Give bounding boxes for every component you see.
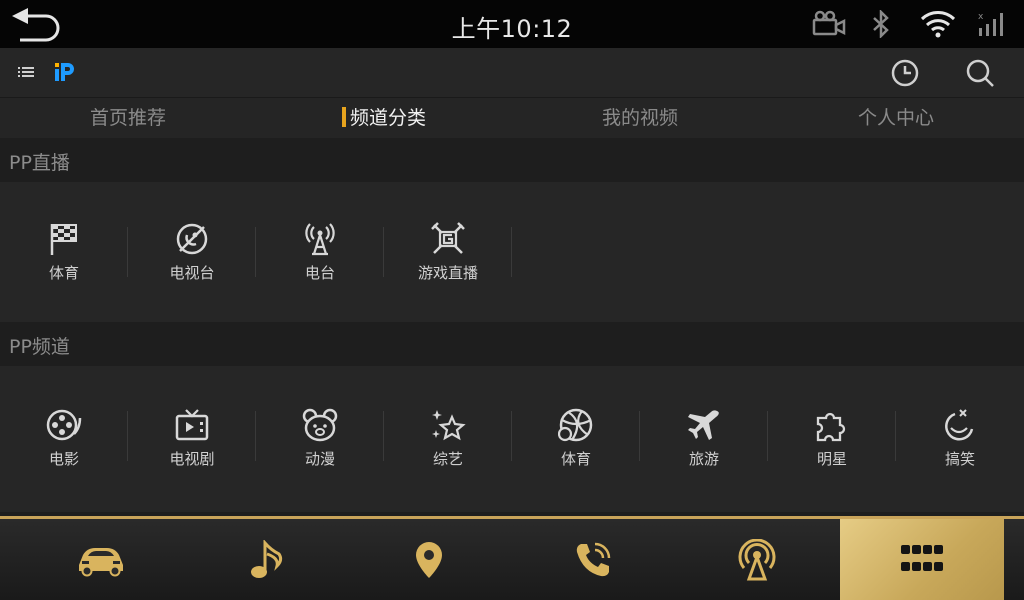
channel-item-funny[interactable]: 搞笑 (896, 408, 1024, 469)
tv-icon (175, 409, 209, 441)
channel-item-variety[interactable]: 综艺 (384, 408, 512, 469)
section-title-live: PP直播 (9, 152, 70, 174)
apps-grid-icon (901, 544, 943, 571)
dock-radio-button[interactable] (672, 519, 842, 600)
list-menu-icon[interactable] (18, 65, 34, 81)
channel-item-sports[interactable]: 体育 (512, 408, 640, 469)
channel-item-anime[interactable]: 动漫 (256, 408, 384, 469)
music-note-icon (251, 539, 283, 578)
channel-item-movie[interactable]: 电影 (0, 408, 128, 469)
channel-item-stars[interactable]: 明星 (768, 408, 896, 469)
svg-text:x: x (978, 12, 984, 22)
bottom-dock (0, 516, 1024, 600)
channel-item-tv-series[interactable]: 电视剧 (128, 408, 256, 469)
puzzle-icon (816, 412, 846, 442)
live-item-game-live[interactable]: 游戏直播 (384, 222, 512, 283)
dock-apps-button[interactable] (840, 519, 1004, 600)
grid-divider (511, 227, 512, 277)
checkered-flag-icon (50, 224, 77, 255)
live-grid: 体育 电视台 电台 游戏直播 (0, 182, 1024, 322)
bluetooth-icon (873, 10, 889, 38)
signal-tower-icon (738, 538, 776, 580)
live-item-tv-station[interactable]: 电视台 (128, 222, 256, 283)
satellite-dish-icon (176, 223, 208, 255)
channel-item-travel[interactable]: 旅游 (640, 408, 768, 469)
location-pin-icon (416, 541, 442, 578)
history-clock-icon[interactable] (890, 58, 920, 88)
dock-phone-button[interactable] (508, 519, 678, 600)
tab-personal-center[interactable]: 个人中心 (768, 98, 1024, 138)
active-tab-indicator (341, 107, 346, 127)
video-camera-icon (812, 10, 846, 36)
cell-signal-icon: x (978, 12, 1003, 36)
tab-my-videos[interactable]: 我的视频 (512, 98, 768, 138)
car-icon (79, 547, 123, 576)
search-icon[interactable] (965, 58, 995, 88)
live-item-sports[interactable]: 体育 (0, 222, 128, 283)
wifi-icon (920, 11, 956, 38)
app-header (0, 48, 1024, 98)
radio-tower-icon (305, 223, 335, 256)
stars-icon (432, 410, 466, 441)
tab-channel-category[interactable]: 频道分类 (256, 98, 512, 138)
status-bar: 上午10:12 x (0, 0, 1024, 48)
category-tabs: 首页推荐 频道分类 我的视频 个人中心 (0, 98, 1024, 138)
laugh-face-icon (945, 409, 974, 441)
dock-music-button[interactable] (182, 519, 352, 600)
tab-home-recommend[interactable]: 首页推荐 (0, 98, 256, 138)
airplane-icon (688, 410, 719, 440)
phone-icon (576, 542, 611, 576)
game-icon (431, 222, 465, 254)
dock-car-button[interactable] (16, 519, 186, 600)
bear-face-icon (302, 408, 338, 442)
channel-grid: 电影 电视剧 动漫 综艺 体育 旅游 明星 搞笑 (0, 366, 1024, 512)
film-reel-icon (46, 409, 82, 441)
live-item-radio[interactable]: 电台 (256, 222, 384, 283)
pptv-logo-icon (55, 63, 74, 81)
dock-navigation-button[interactable] (344, 519, 514, 600)
section-title-channels: PP频道 (9, 336, 70, 358)
basketball-icon (558, 408, 593, 442)
